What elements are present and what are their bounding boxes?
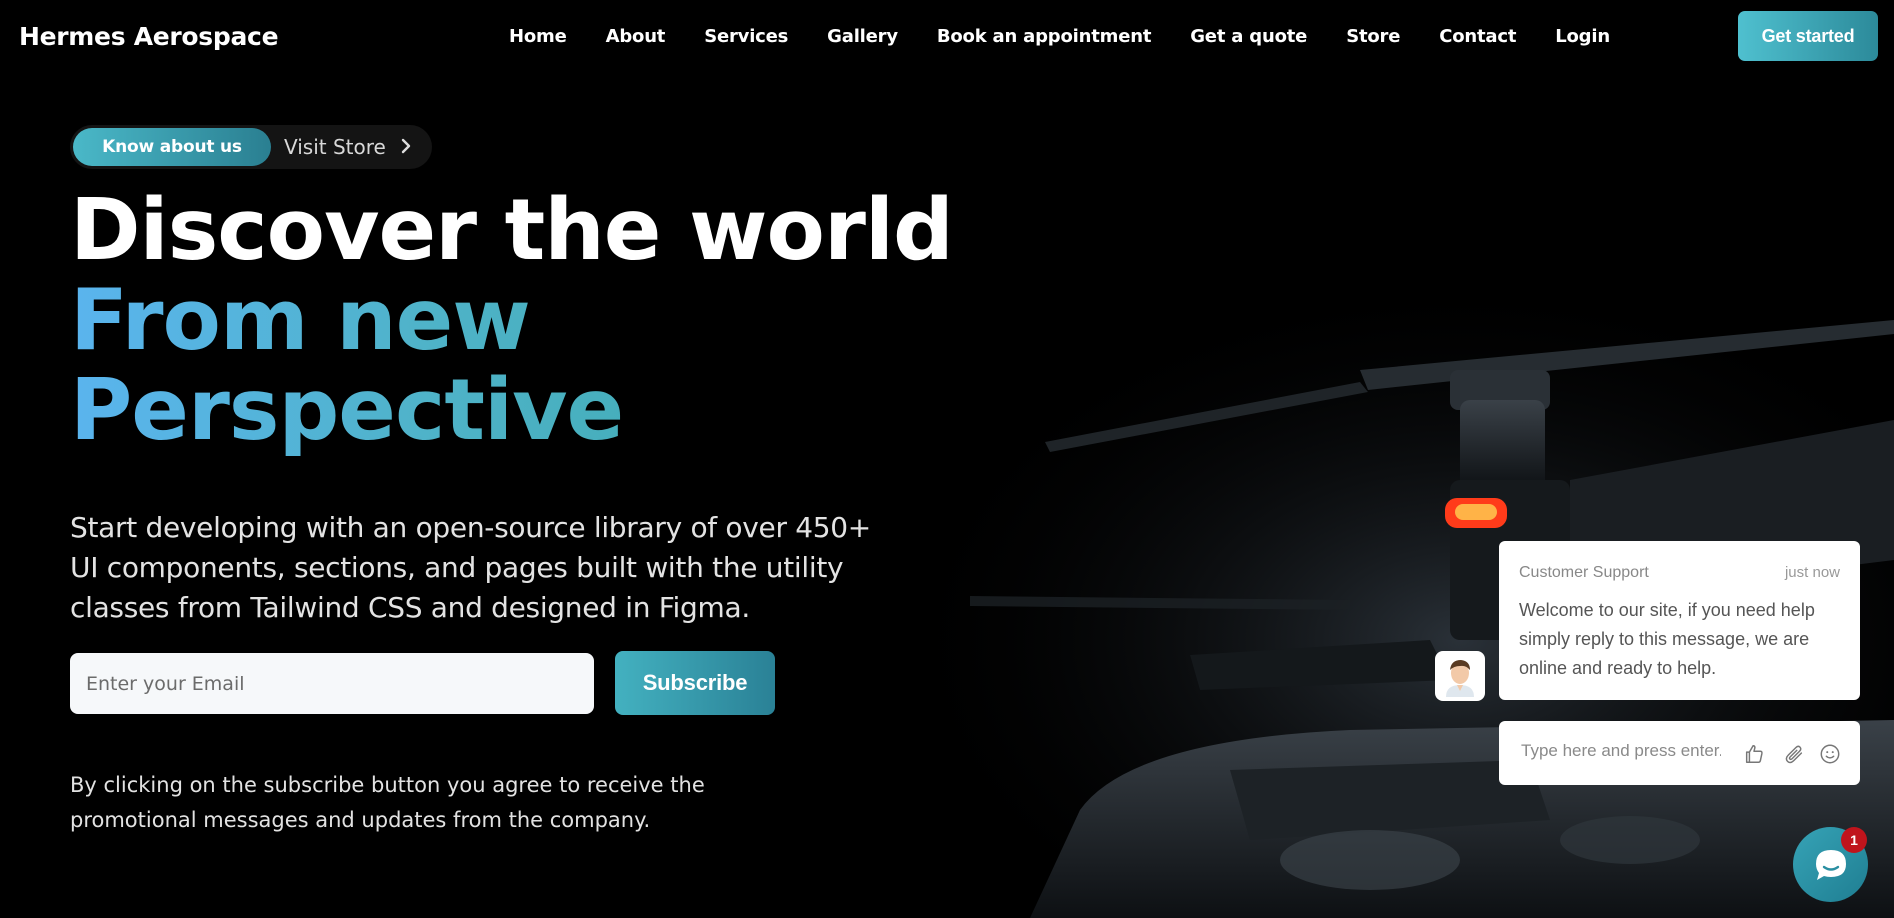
nav-book-appointment[interactable]: Book an appointment xyxy=(937,26,1152,47)
chat-timestamp: just now xyxy=(1784,564,1840,581)
know-about-us-button[interactable]: Know about us xyxy=(73,128,271,166)
nav-login[interactable]: Login xyxy=(1555,26,1610,47)
nav-home[interactable]: Home xyxy=(509,26,567,47)
nav-gallery[interactable]: Gallery xyxy=(827,26,898,47)
thumbs-up-icon[interactable] xyxy=(1741,741,1767,767)
chat-input-box xyxy=(1499,721,1860,785)
hero-heading-line2: From new xyxy=(70,276,953,366)
hero-heading: Discover the world From new Perspective xyxy=(70,181,954,456)
nav-get-quote[interactable]: Get a quote xyxy=(1190,26,1307,47)
hero-pill-group: Know about us Visit Store xyxy=(70,125,432,169)
subscribe-disclaimer: By clicking on the subscribe button you … xyxy=(70,773,705,832)
chat-bubble-icon xyxy=(1815,849,1846,880)
hero-description: Start developing with an open-source lib… xyxy=(70,511,871,624)
smiley-icon[interactable] xyxy=(1817,741,1843,767)
get-started-button[interactable]: Get started xyxy=(1738,11,1878,61)
visit-store-link[interactable]: Visit Store xyxy=(284,135,412,159)
hero-heading-line1: Discover the world xyxy=(70,181,954,280)
chat-welcome-message: Welcome to our site, if you need help si… xyxy=(1519,600,1815,678)
nav-store[interactable]: Store xyxy=(1346,26,1400,47)
main-nav: Home About Services Gallery Book an appo… xyxy=(509,26,1649,47)
hero-heading-line3: Perspective xyxy=(70,366,953,456)
brand-logo[interactable]: Hermes Aerospace xyxy=(19,22,279,51)
chevron-right-icon xyxy=(400,135,412,159)
paperclip-icon[interactable] xyxy=(1781,741,1807,767)
chat-message-card: Customer Support just now Welcome to our… xyxy=(1499,541,1860,700)
chat-agent-name: Customer Support xyxy=(1519,564,1649,581)
nav-services[interactable]: Services xyxy=(704,26,788,47)
chat-message-input[interactable] xyxy=(1519,740,1723,762)
subscribe-button[interactable]: Subscribe xyxy=(615,651,775,715)
nav-contact[interactable]: Contact xyxy=(1439,26,1516,47)
support-agent-avatar xyxy=(1435,651,1485,701)
nav-about[interactable]: About xyxy=(606,26,666,47)
email-input[interactable] xyxy=(70,653,594,714)
site-header: Hermes Aerospace Home About Services Gal… xyxy=(0,0,1894,76)
unread-count-badge: 1 xyxy=(1841,827,1867,853)
visit-store-label: Visit Store xyxy=(284,135,386,159)
